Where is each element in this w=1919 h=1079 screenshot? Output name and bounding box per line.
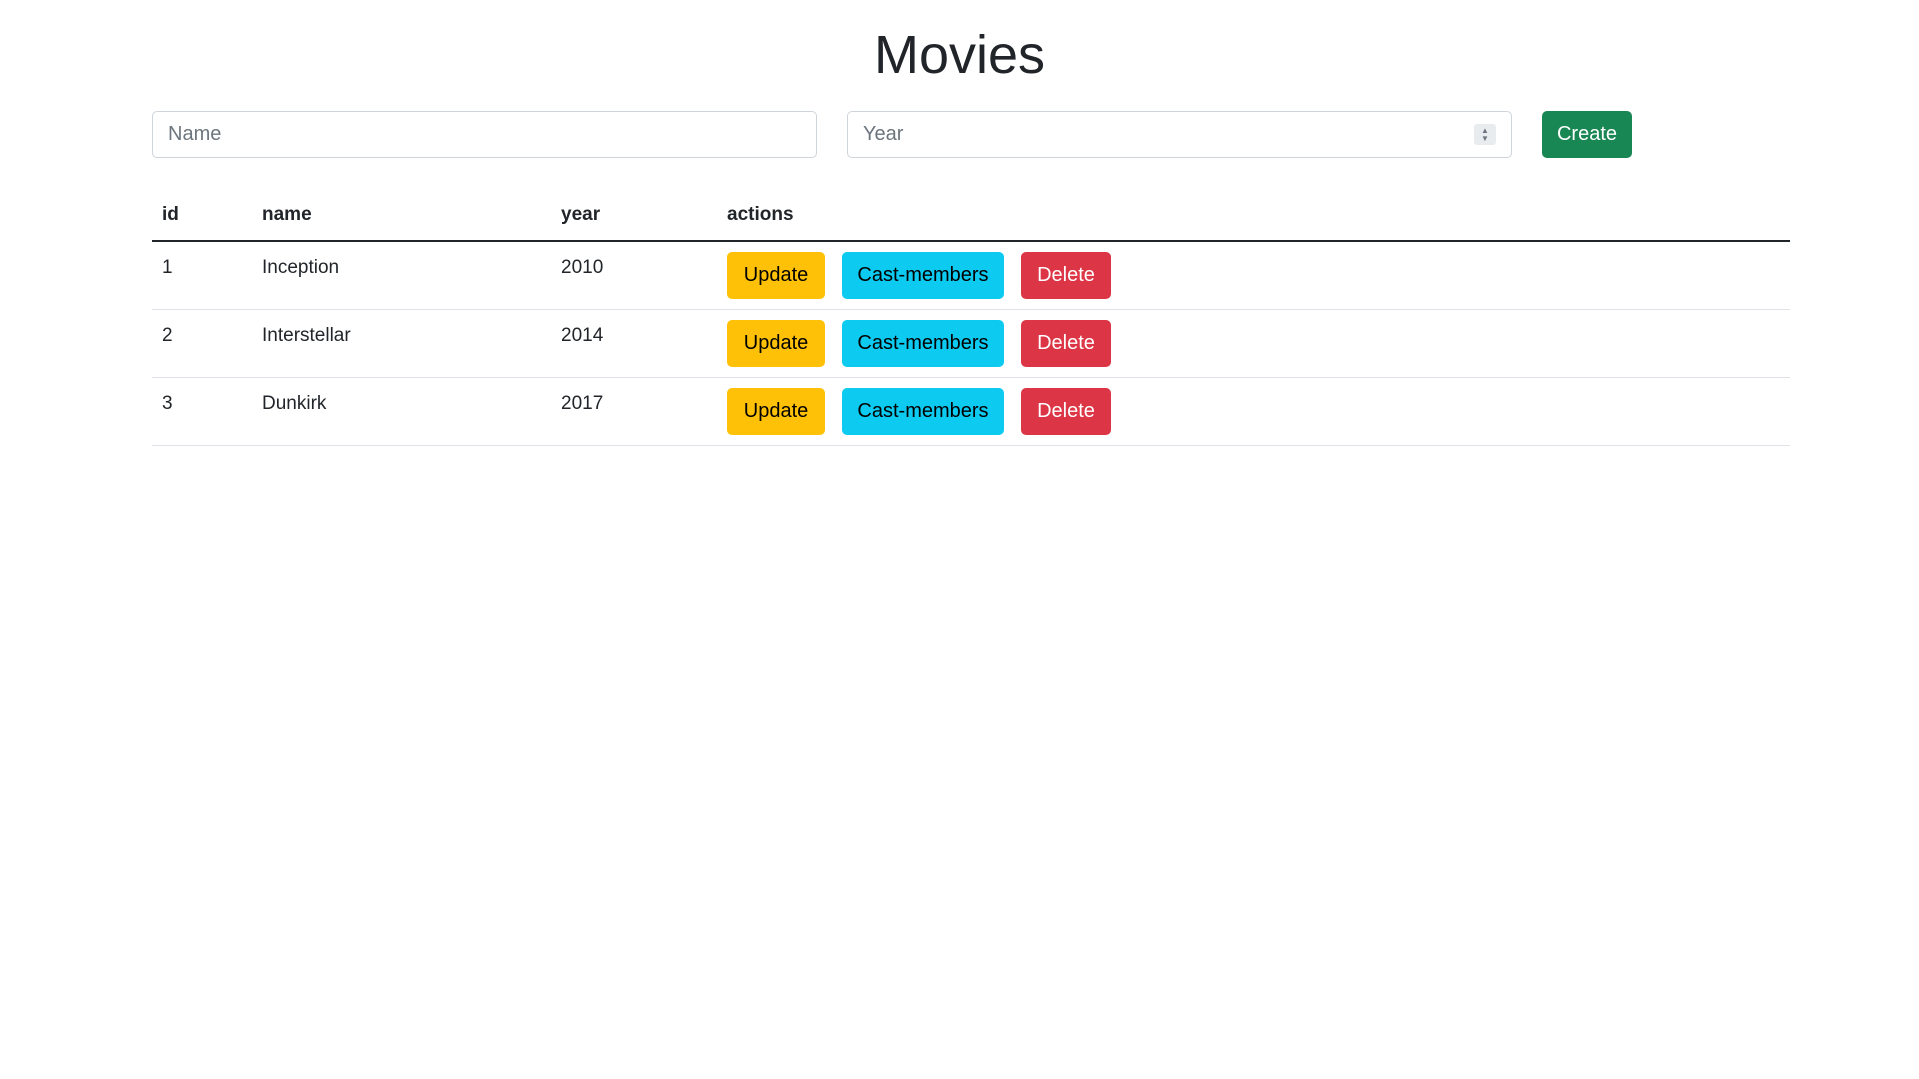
cell-name: Dunkirk	[252, 377, 551, 446]
chevron-down-icon[interactable]: ▼	[1481, 134, 1489, 143]
cell-year: 2014	[551, 309, 717, 378]
cell-id: 2	[152, 309, 252, 378]
cell-name: Inception	[252, 241, 551, 310]
delete-button[interactable]: Delete	[1021, 319, 1111, 367]
update-button[interactable]: Update	[727, 319, 825, 367]
create-button[interactable]: Create	[1542, 111, 1632, 158]
update-button[interactable]: Update	[727, 387, 825, 435]
cell-name: Interstellar	[252, 309, 551, 378]
column-header-year: year	[551, 190, 717, 242]
table-header-row: id name year actions	[152, 190, 1790, 242]
page-title: Movies	[873, 25, 1046, 85]
cell-id: 3	[152, 377, 252, 446]
cell-id: 1	[152, 241, 252, 310]
delete-button[interactable]: Delete	[1021, 252, 1111, 299]
cell-actions: Update Cast-members Delete	[717, 241, 1790, 310]
table-row: 1 Inception 2010 Update Cast-members Delet…	[152, 241, 1790, 310]
year-input[interactable]	[847, 111, 1512, 158]
name-input[interactable]	[152, 111, 817, 158]
table-row: 2 Interstellar 2014 Update Cast-members De…	[152, 309, 1790, 378]
movies-table: id name year actions 1 Inception 2010 Up…	[152, 190, 1790, 446]
year-field-wrapper: ▲ ▼	[847, 111, 1512, 158]
cell-actions: Update Cast-members Delete	[717, 377, 1790, 446]
page: Movies ▲ ▼ Create id name year actions 1…	[0, 0, 1919, 1079]
delete-button[interactable]: Delete	[1021, 387, 1111, 435]
table-row: 3 Dunkirk 2017 Update Cast-members Delete	[152, 377, 1790, 446]
column-header-actions: actions	[717, 190, 1790, 242]
cast-members-button[interactable]: Cast-members	[842, 252, 1004, 299]
column-header-name: name	[252, 190, 551, 242]
update-button[interactable]: Update	[727, 252, 825, 299]
cell-actions: Update Cast-members Delete	[717, 309, 1790, 378]
cell-year: 2010	[551, 241, 717, 310]
cast-members-button[interactable]: Cast-members	[842, 387, 1004, 435]
cell-year: 2017	[551, 377, 717, 446]
column-header-id: id	[152, 190, 252, 242]
cast-members-button[interactable]: Cast-members	[842, 319, 1004, 367]
spinner-up-down-icon[interactable]: ▲ ▼	[1474, 124, 1496, 145]
